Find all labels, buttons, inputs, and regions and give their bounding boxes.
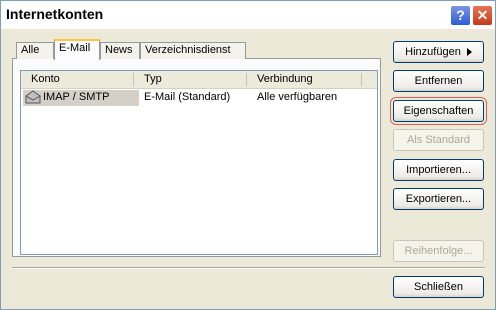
properties-button[interactable]: Eigenschaften <box>390 97 487 125</box>
help-button[interactable]: ? <box>450 5 471 26</box>
set-default-button[interactable]: Als Standard <box>393 129 484 151</box>
export-button[interactable]: Exportieren... <box>393 188 484 210</box>
add-button[interactable]: Hinzufügen <box>393 41 484 63</box>
cell-verbindung: Alle verfügbaren <box>257 91 338 103</box>
window-title: Internetkonten <box>6 6 104 22</box>
list-header: Konto Typ Verbindung <box>21 71 377 89</box>
column-header-verbindung[interactable]: Verbindung <box>257 73 313 85</box>
tab-news[interactable]: News <box>100 42 140 59</box>
import-button[interactable]: Importieren... <box>393 159 484 181</box>
close-button[interactable]: Schließen <box>393 276 484 298</box>
title-bar: Internetkonten ? ✕ <box>1 1 495 29</box>
accounts-list[interactable]: Konto Typ Verbindung IMAP / SMTP E-Mail … <box>20 70 378 255</box>
submenu-arrow-icon <box>466 48 472 57</box>
divider <box>12 267 485 269</box>
column-header-konto[interactable]: Konto <box>31 73 60 85</box>
column-header-typ[interactable]: Typ <box>144 73 162 85</box>
tab-verzeichnisdienst[interactable]: Verzeichnisdienst <box>140 42 246 59</box>
remove-button[interactable]: Entfernen <box>393 70 484 92</box>
cell-typ: E-Mail (Standard) <box>144 91 231 103</box>
order-button[interactable]: Reihenfolge... <box>393 240 484 262</box>
mail-account-icon <box>25 90 41 104</box>
close-window-button[interactable]: ✕ <box>472 5 493 26</box>
cell-konto: IMAP / SMTP <box>43 91 110 103</box>
tab-email[interactable]: E-Mail <box>54 39 100 60</box>
dialog-window: Internetkonten ? ✕ Alle E-Mail News Verz… <box>0 0 496 310</box>
tab-alle[interactable]: Alle <box>16 42 54 59</box>
